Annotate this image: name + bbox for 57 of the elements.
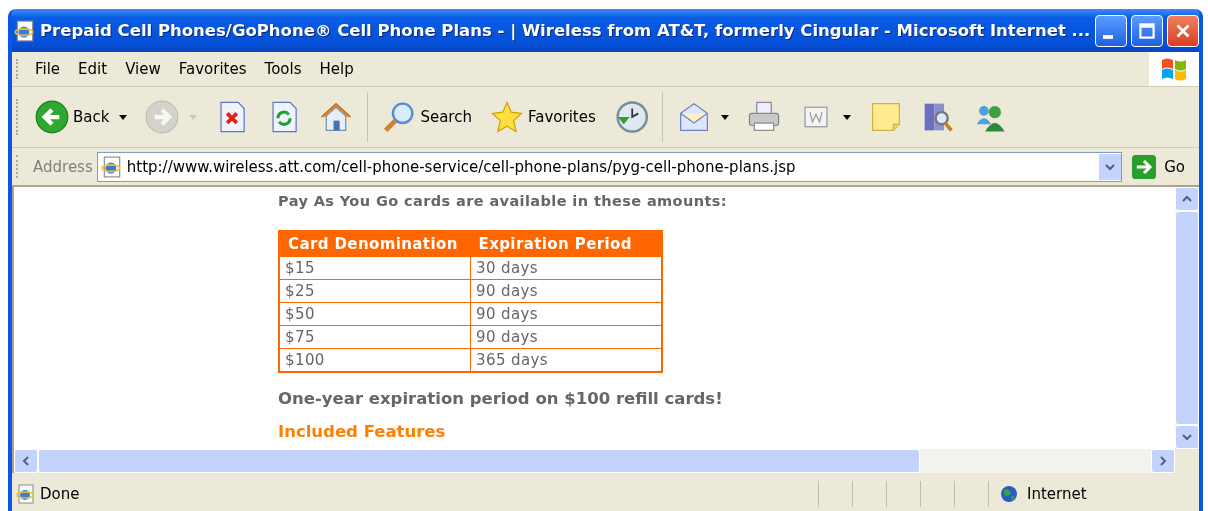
scroll-right-button[interactable] — [1151, 449, 1175, 473]
chevron-up-icon — [1182, 194, 1192, 204]
menu-item[interactable]: Edit — [72, 60, 120, 78]
section-heading: Included Features — [278, 422, 447, 441]
table-cell: $75 — [279, 325, 471, 349]
caret-icon[interactable] — [119, 114, 128, 120]
scroll-left-button[interactable] — [14, 449, 38, 473]
printer-icon — [746, 100, 781, 134]
dropdown-button[interactable] — [1099, 153, 1122, 180]
back-button[interactable]: Back — [29, 98, 134, 136]
address-field[interactable]: http://www.wireless.att.com/cell-phone-service/cell-phone-plans/pyg-cell-phone-plans.jsp — [96, 151, 1123, 182]
maximize-button[interactable] — [1131, 14, 1163, 47]
scroll-thumb[interactable] — [1175, 211, 1199, 425]
menu-item[interactable]: Favorites — [172, 60, 259, 78]
caret-icon[interactable] — [842, 114, 851, 120]
table-cell: $15 — [279, 256, 471, 280]
favorites-button[interactable]: Favorites — [483, 98, 602, 136]
magnifier-icon — [382, 100, 417, 134]
minimize-icon — [1103, 34, 1113, 39]
chevron-right-icon — [1158, 456, 1168, 466]
caret-icon[interactable] — [720, 114, 729, 120]
page-icon — [100, 155, 123, 178]
go-button[interactable]: Go — [1126, 154, 1199, 179]
scroll-thumb[interactable] — [38, 449, 920, 473]
note-text: One-year expiration period on $100 refill cards! — [278, 389, 724, 408]
address-label: Address — [33, 157, 93, 176]
close-button[interactable] — [1167, 14, 1199, 47]
page-icon — [14, 19, 36, 42]
scroll-down-button[interactable] — [1175, 425, 1199, 449]
table-cell: 30 days — [470, 256, 662, 280]
page-icon — [16, 484, 36, 504]
house-icon — [319, 100, 354, 134]
column-header: Expiration Period — [470, 231, 662, 257]
table-cell: $50 — [279, 302, 471, 326]
table-cell: $25 — [279, 279, 471, 303]
scroll-up-button[interactable] — [1175, 187, 1199, 211]
horizontal-scrollbar[interactable] — [14, 449, 1175, 473]
intro-text: Pay As You Go cards are available in these amounts: — [278, 193, 728, 209]
chevron-down-icon — [1105, 161, 1116, 172]
windows-logo-icon — [1149, 52, 1199, 86]
vertical-scrollbar[interactable] — [1175, 187, 1199, 449]
arrow-right-icon — [1132, 154, 1157, 179]
history-clock-icon — [613, 100, 648, 134]
zone-text: Internet — [1027, 485, 1087, 503]
status-text: Done — [40, 485, 80, 503]
globe-icon — [999, 484, 1019, 504]
minimize-button[interactable] — [1095, 14, 1127, 47]
chevron-left-icon — [21, 456, 31, 466]
window-title: Prepaid Cell Phones/GoPhone® Cell Phone Plans - | Wireless from AT&T, formerly Cingular - Microsoft Internet ... — [40, 21, 1091, 40]
menu-item[interactable]: Tools — [258, 60, 314, 78]
column-header: Card Denomination — [279, 231, 471, 257]
search-button[interactable]: Search — [376, 98, 478, 136]
menu-item[interactable]: File — [29, 60, 73, 78]
chevron-down-icon — [1182, 432, 1192, 442]
menu-item[interactable]: View — [119, 60, 173, 78]
star-icon — [489, 100, 524, 134]
menu-item[interactable]: Help — [313, 60, 366, 78]
